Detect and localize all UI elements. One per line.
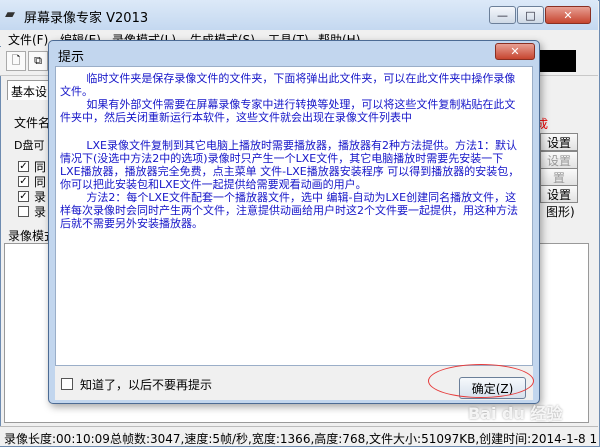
- status-bar: 录像长度:00:10:09总帧数:3047,速度:5帧/秒,宽度:1366,高度…: [0, 426, 598, 446]
- record-checkbox-1[interactable]: ✓: [18, 191, 29, 202]
- ok-button[interactable]: 确定(Z): [459, 377, 526, 399]
- app-logo-icon: ▰: [5, 7, 15, 22]
- dialog-paragraph-3: LXE录像文件复制到其它电脑上播放时需要播放器，播放器有2种方法提供。方法1：默…: [60, 139, 520, 191]
- watermark: Bai du 经验: [468, 404, 563, 423]
- dialog-title: 提示: [58, 50, 85, 65]
- window-title: 屏幕录像专家 V2013: [24, 11, 149, 26]
- dialog-paragraph-2: 如果有外部文件需要在屏幕录像专家中进行转换等处理，可以将这些文件复制粘贴在此文件…: [60, 98, 516, 124]
- minimize-button[interactable]: —: [489, 6, 516, 24]
- disk-label: D盘可: [14, 139, 45, 152]
- sync-checkbox-2[interactable]: ✓: [18, 176, 29, 187]
- preview-display: [534, 50, 576, 72]
- settings-button-2[interactable]: 设置: [540, 151, 578, 169]
- settings-button-3[interactable]: 置: [540, 168, 578, 186]
- open-file-icon[interactable]: 🗋: [6, 51, 26, 71]
- record-checkbox-2[interactable]: [18, 206, 29, 217]
- dialog-close-button[interactable]: ✕: [495, 43, 535, 60]
- dialog-paragraph-4: 方法2：每个LXE文件配套一个播放器文件，选中 编辑-自动为LXE创建同名播放文…: [60, 191, 518, 230]
- dont-show-label: 知道了，以后不要再提示: [80, 378, 213, 392]
- settings-button-4[interactable]: 设置: [540, 185, 578, 203]
- maximize-button[interactable]: □: [517, 6, 544, 24]
- checkbox-label-4: 录: [34, 205, 47, 219]
- menu-file[interactable]: 文件(F): [8, 31, 48, 48]
- close-button[interactable]: ✕: [545, 6, 591, 24]
- copy-icon[interactable]: ⧉: [28, 51, 48, 71]
- dialog-message: 临时文件夹是保存录像文件的文件夹，下面将弹出此文件夹，可以在此文件夹中操作录像文…: [60, 72, 522, 230]
- dont-show-checkbox[interactable]: [61, 378, 73, 390]
- filename-label: 文件名: [14, 116, 51, 130]
- settings-button-1[interactable]: 设置: [540, 133, 578, 151]
- graphics-label: 图形): [546, 205, 575, 219]
- sync-checkbox-1[interactable]: ✓: [18, 161, 29, 172]
- dialog-paragraph-1: 临时文件夹是保存录像文件的文件夹，下面将弹出此文件夹，可以在此文件夹中操作录像文…: [60, 72, 516, 98]
